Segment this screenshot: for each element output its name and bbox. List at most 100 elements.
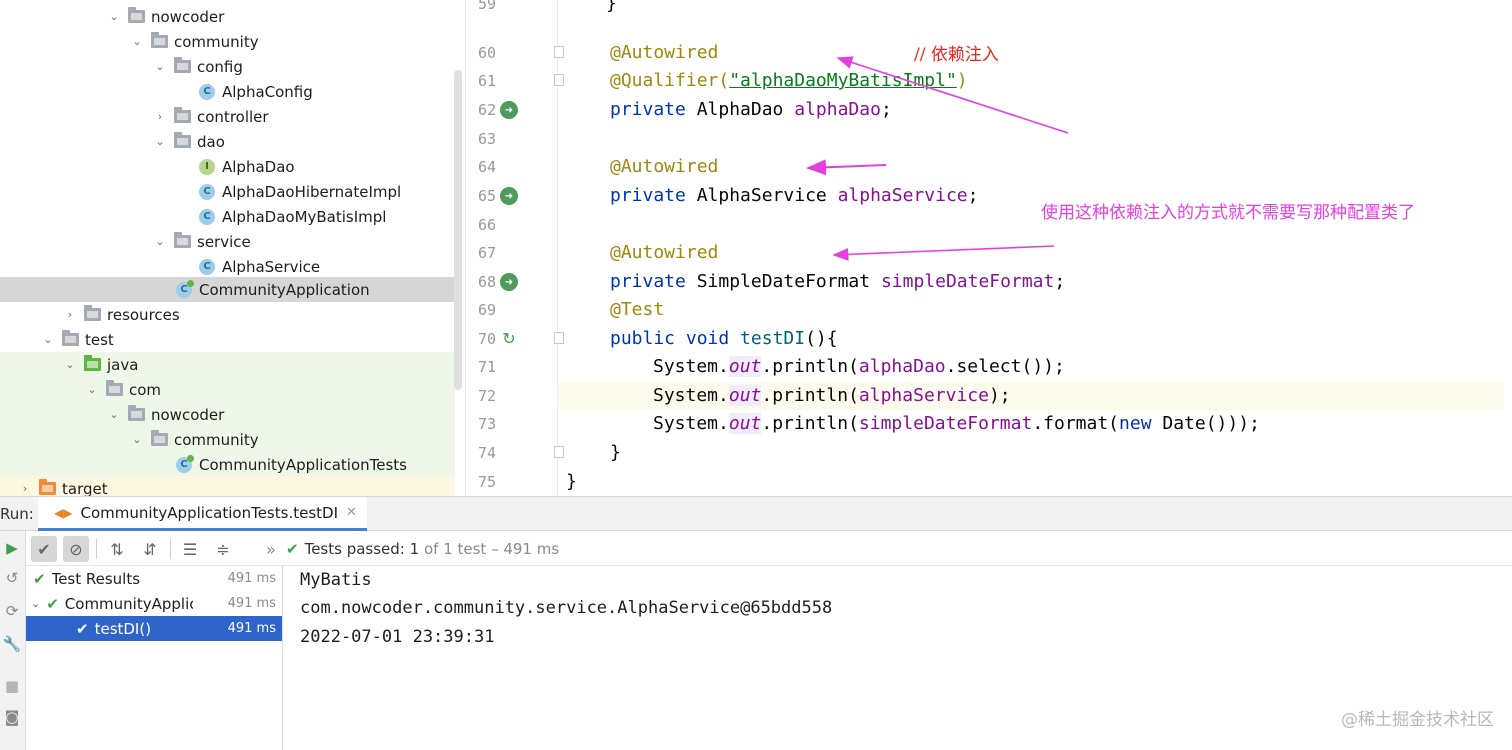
close-icon[interactable]: ✕ — [346, 505, 357, 520]
tree-item-target[interactable]: › target — [0, 476, 455, 496]
chevron-down-icon[interactable]: ⌄ — [41, 333, 55, 347]
chevron-down-icon[interactable]: ⌄ — [153, 235, 167, 249]
tree-item-service[interactable]: ⌄ service — [0, 229, 455, 254]
toggle-auto-test-icon[interactable]: ⟳ — [2, 601, 22, 621]
line-number: 70 — [477, 330, 496, 348]
tree-item-alphaconfig[interactable]: C AlphaConfig — [0, 79, 455, 104]
test-method-row[interactable]: ✔ testDI() 491 ms — [26, 616, 282, 641]
chevron-down-icon[interactable]: ⌄ — [63, 358, 77, 372]
console-line: com.nowcoder.community.service.AlphaServ… — [300, 598, 833, 618]
code-line-70: public void testDI(){ — [610, 328, 838, 349]
console-line: MyBatis — [300, 570, 372, 590]
console-line: 2022-07-01 23:39:31 — [300, 627, 495, 647]
bean-navigation-icon[interactable]: ➜ — [500, 187, 518, 205]
project-tree: ⌄ nowcoder ⌄ community ⌄ config C AlphaConfi… — [0, 0, 466, 496]
di-comment-annotation: // 依赖注入 — [914, 45, 999, 65]
sort-by-duration-button[interactable]: ⇵ — [137, 536, 163, 562]
code-line-60: @Autowired — [610, 42, 719, 63]
chevron-down-icon[interactable]: ⌄ — [130, 433, 144, 447]
tree-scrollbar[interactable] — [454, 70, 462, 390]
sort-alphabetically-button[interactable]: ⇅ — [104, 536, 130, 562]
chevron-down-icon[interactable]: ⌄ — [153, 135, 167, 149]
tree-item-nowcoder[interactable]: ⌄ nowcoder — [0, 4, 455, 29]
console-output[interactable]: MyBatis com.nowcoder.community.service.A… — [283, 566, 1512, 750]
chevron-down-icon[interactable]: ⌄ — [107, 408, 121, 422]
tree-item-config[interactable]: ⌄ config — [0, 54, 455, 79]
wrench-icon[interactable]: 🔧 — [2, 634, 22, 654]
chevron-right-icon[interactable]: › — [153, 110, 167, 124]
fold-marker-icon[interactable] — [554, 74, 564, 86]
folder-icon — [106, 380, 123, 396]
stop-icon[interactable]: ■ — [2, 676, 22, 696]
tree-item-test[interactable]: ⌄ test — [0, 327, 455, 352]
code-line-64: @Autowired — [610, 156, 719, 177]
code-line-69: @Test — [610, 299, 665, 320]
collapse-all-button[interactable]: ≑ — [210, 536, 236, 562]
sort-alpha-icon: ⇅ — [110, 539, 124, 559]
tree-item-resources[interactable]: › resources — [0, 302, 455, 327]
rerun-failed-icon[interactable]: ↺ — [2, 568, 22, 588]
tree-item-communityapplication[interactable]: C CommunityApplication — [0, 277, 455, 302]
code-editor[interactable]: 59 60 61 62 63 64 65 66 67 68 69 70 71 7… — [466, 0, 1512, 496]
chevron-down-icon[interactable]: ⌄ — [107, 10, 121, 24]
fold-marker-icon[interactable] — [554, 332, 564, 344]
line-number: 61 — [477, 72, 496, 90]
folder-icon — [151, 430, 168, 446]
code-line-62: private AlphaDao alphaDao; — [610, 99, 892, 120]
chevron-down-icon[interactable]: ⌄ — [85, 383, 99, 397]
chevron-down-icon[interactable]: ⌄ — [130, 35, 144, 49]
folder-icon — [174, 57, 191, 73]
chevron-right-icon[interactable]: › — [18, 482, 32, 496]
code-line-58: } — [606, 0, 617, 14]
camera-icon[interactable]: ◙ — [2, 707, 22, 727]
tree-item-alphadaomybatisimpl[interactable]: C AlphaDaoMyBatisImpl — [0, 204, 455, 229]
tree-item-dao[interactable]: ⌄ dao — [0, 129, 455, 154]
chevron-down-icon[interactable]: ⌄ — [153, 60, 167, 74]
more-actions-button[interactable]: » — [258, 536, 284, 562]
tree-item-alphadaohibernateimpl[interactable]: C AlphaDaoHibernateImpl — [0, 179, 455, 204]
line-number: 72 — [477, 387, 496, 405]
line-number: 64 — [477, 158, 496, 176]
tree-item-alphadao[interactable]: I AlphaDao — [0, 154, 455, 179]
collapse-all-icon: ≑ — [216, 539, 230, 559]
test-class-row[interactable]: ⌄✔CommunityApplicationTests491 ms — [26, 591, 282, 616]
line-number: 71 — [477, 358, 496, 376]
tree-item-controller[interactable]: › controller — [0, 104, 455, 129]
run-test-icon[interactable]: ↻ — [500, 329, 518, 348]
line-number: 75 — [477, 473, 496, 491]
tree-item-community[interactable]: ⌄ community — [0, 29, 455, 54]
tree-item-java[interactable]: ⌄ java — [0, 352, 455, 377]
spring-app-class-icon: C — [176, 279, 194, 298]
tree-item-community-test[interactable]: ⌄ community — [0, 427, 455, 452]
rerun-icon[interactable]: ▶ — [2, 538, 22, 558]
tree-item-alphaservice[interactable]: C AlphaService — [0, 254, 455, 279]
show-ignored-button[interactable]: ⊘ — [63, 536, 89, 562]
bean-navigation-icon[interactable]: ➜ — [500, 273, 518, 291]
code-line-71: System.out.println(alphaDao.select()); — [653, 356, 1065, 377]
run-config-tab[interactable]: ◀▶ CommunityApplicationTests.testDI ✕ — [38, 497, 367, 531]
excluded-folder-icon — [39, 479, 56, 495]
code-line-74: } — [610, 442, 621, 463]
show-passed-button[interactable]: ✔ — [31, 536, 57, 562]
chevron-down-icon[interactable]: ⌄ — [31, 597, 40, 610]
code-line-73: System.out.println(simpleDateFormat.form… — [653, 413, 1260, 434]
double-chevron-right-icon: » — [266, 539, 276, 559]
check-icon: ✔ — [46, 594, 59, 613]
line-number: 69 — [477, 301, 496, 319]
test-results-root[interactable]: ✔ Test Results 491 ms — [26, 566, 282, 591]
fold-marker-icon[interactable] — [554, 446, 564, 458]
line-number: 63 — [477, 130, 496, 148]
folder-icon — [62, 330, 79, 346]
tree-item-nowcoder-test[interactable]: ⌄ nowcoder — [0, 402, 455, 427]
expand-all-button[interactable]: ☰ — [177, 536, 203, 562]
bean-navigation-icon[interactable]: ➜ — [500, 101, 518, 119]
line-number: 62 — [477, 101, 496, 119]
tree-item-communityapplicationtests[interactable]: C CommunityApplicationTests — [0, 452, 455, 477]
fold-marker-icon[interactable] — [554, 46, 564, 58]
class-icon: C — [199, 208, 215, 225]
chevron-right-icon[interactable]: › — [63, 308, 77, 322]
tree-item-com[interactable]: ⌄ com — [0, 377, 455, 402]
test-source-folder-icon — [84, 355, 101, 371]
run-tab-label: CommunityApplicationTests.testDI — [80, 503, 338, 522]
line-number: 59 — [477, 0, 496, 13]
